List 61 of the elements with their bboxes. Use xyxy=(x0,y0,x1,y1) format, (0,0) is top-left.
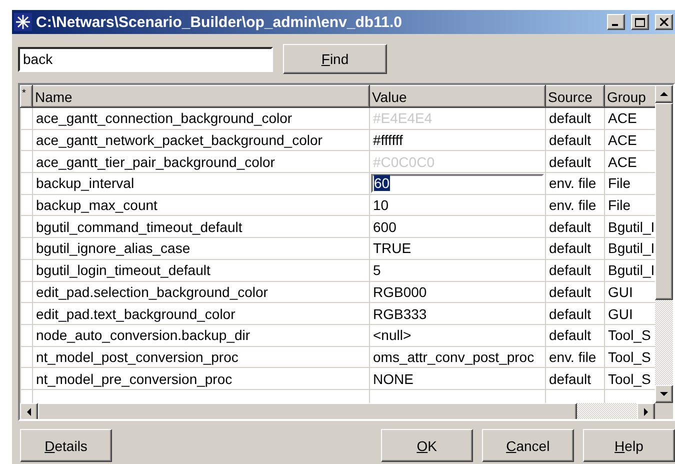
table-cell: oms_attr_conv_post_proc xyxy=(370,346,546,368)
table-cell: edit_pad.selection_background_color xyxy=(32,281,370,303)
details-button[interactable]: Details xyxy=(20,429,112,462)
table-cell: ace_gantt_connection_background_color xyxy=(32,108,370,130)
column-header[interactable]: Value xyxy=(370,86,546,108)
table-cell: bgutil_command_timeout_default xyxy=(32,216,370,238)
column-header[interactable]: Name xyxy=(32,86,370,108)
window-title: C:\Netwars\Scenario_Builder\op_admin\env_db11.0 xyxy=(36,14,403,30)
table-cell: default xyxy=(546,302,604,324)
table-cell: bgutil_login_timeout_default xyxy=(32,259,370,281)
table-cell: nt_model_post_conversion_proc xyxy=(32,346,370,368)
right-arrow-icon xyxy=(644,408,648,416)
table-cell: backup_max_count xyxy=(32,194,370,216)
table-cell: node_auto_conversion.backup_dir xyxy=(32,324,370,346)
maximize-button[interactable] xyxy=(631,14,649,30)
down-arrow-icon xyxy=(660,392,668,396)
value-input[interactable]: 60 xyxy=(371,174,544,193)
up-arrow-icon xyxy=(660,92,668,96)
table-cell: default xyxy=(546,216,604,238)
table-cell: default xyxy=(546,259,604,281)
search-field[interactable]: back xyxy=(18,46,273,72)
minimize-button[interactable] xyxy=(607,14,625,30)
left-arrow-icon xyxy=(26,408,32,416)
column-header[interactable]: Group xyxy=(604,86,655,108)
table-cell: RGB333 xyxy=(370,302,546,324)
table-cell: default xyxy=(546,368,604,390)
table-cell: default xyxy=(546,108,604,130)
vertical-scrollbar[interactable] xyxy=(655,85,673,403)
table-cell: nt_model_pre_conversion_proc xyxy=(32,368,370,390)
table-cell: <null> xyxy=(370,324,546,346)
find-button[interactable]: Find xyxy=(283,44,387,74)
table-cell: default xyxy=(546,324,604,346)
table-cell: default xyxy=(546,281,604,303)
table-cell: #ffffff xyxy=(370,129,546,151)
cancel-button[interactable]: Cancel xyxy=(482,429,574,462)
table-cell: env. file xyxy=(546,194,604,216)
table-cell: 5 xyxy=(370,259,546,281)
table-cell: edit_pad.text_background_color xyxy=(32,302,370,324)
table-cell: ace_gantt_network_packet_background_color xyxy=(32,129,370,151)
horizontal-scrollbar[interactable] xyxy=(20,403,655,419)
table-cell: default xyxy=(546,238,604,260)
table-cell: backup_interval xyxy=(32,172,370,194)
table-cell: bgutil_ignore_alias_case xyxy=(32,238,370,260)
table-cell: env. file xyxy=(546,172,604,194)
close-button[interactable] xyxy=(655,14,673,30)
table-cell: default xyxy=(546,150,604,173)
column-header[interactable]: * xyxy=(20,86,32,108)
maximize-icon xyxy=(635,18,645,26)
table-cell: ace_gantt_tier_pair_background_color xyxy=(32,150,370,173)
table-cell: env. file xyxy=(546,346,604,368)
table-cell: NONE xyxy=(370,368,546,390)
table-cell: TRUE xyxy=(370,238,546,260)
column-header[interactable]: Source xyxy=(546,86,604,108)
table-cell: RGB000 xyxy=(370,281,546,303)
help-button[interactable]: Help xyxy=(582,429,675,462)
ok-button[interactable]: OK xyxy=(380,429,473,462)
table-cell: 10 xyxy=(370,194,546,216)
close-icon xyxy=(660,18,668,26)
table-cell: default xyxy=(546,129,604,151)
app-icon xyxy=(14,13,32,31)
table-cell: 600 xyxy=(370,216,546,238)
